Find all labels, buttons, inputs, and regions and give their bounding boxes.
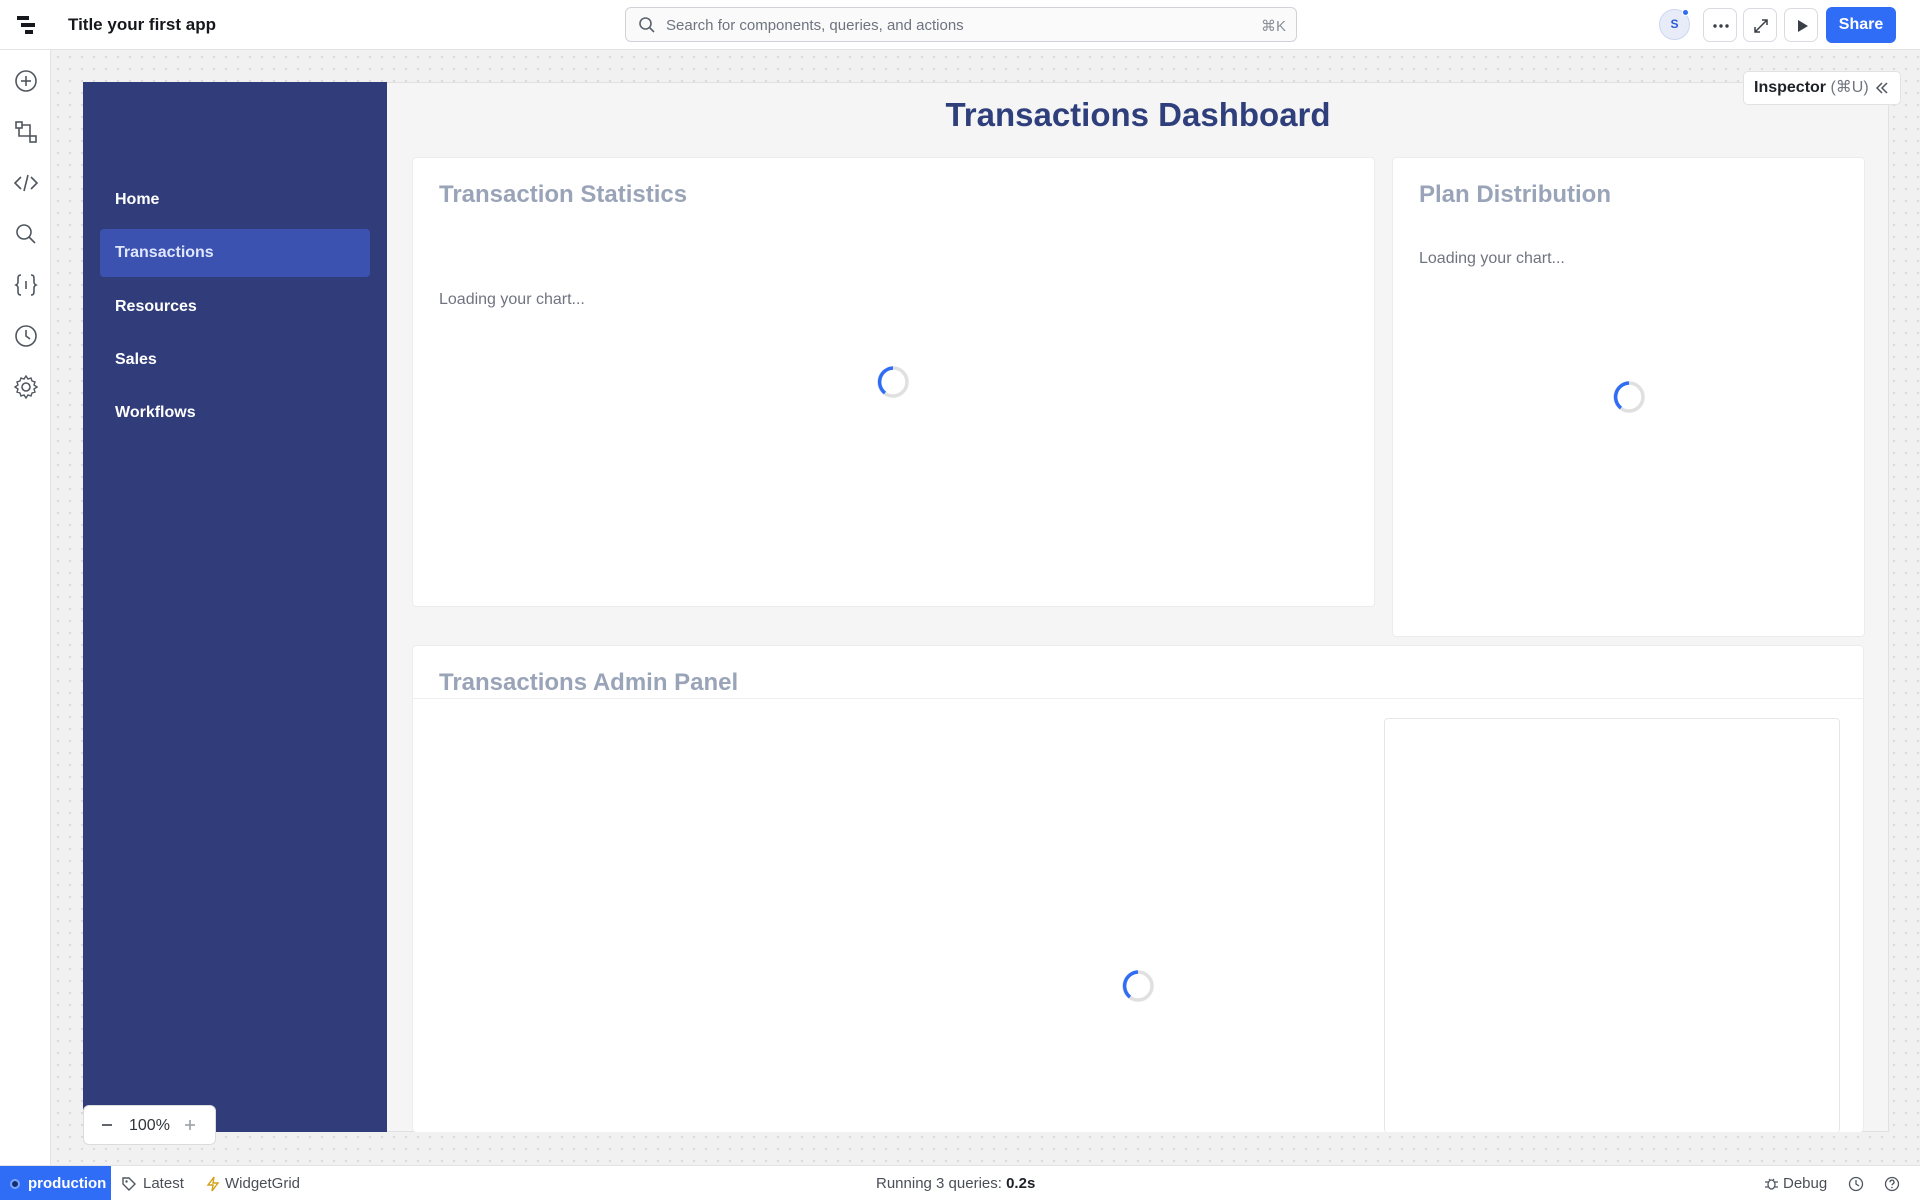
- card-divider: [413, 698, 1863, 699]
- preview-button[interactable]: [1784, 8, 1818, 42]
- loading-text: Loading your chart...: [1419, 250, 1565, 267]
- running-time: 0.2s: [1006, 1175, 1036, 1192]
- debug-label: Debug: [1783, 1175, 1828, 1192]
- dashboard-title: Transactions Dashboard: [945, 96, 1331, 133]
- search-placeholder: Search for components, queries, and acti…: [666, 17, 964, 34]
- share-button[interactable]: Share: [1826, 7, 1896, 43]
- loading-text: Loading your chart...: [439, 291, 585, 308]
- more-icon: [1713, 24, 1729, 28]
- nav-item-sales[interactable]: Sales: [100, 336, 370, 384]
- play-icon: [1798, 20, 1808, 32]
- add-icon[interactable]: [13, 68, 39, 94]
- top-bar: Title your first app Search for componen…: [0, 0, 1920, 50]
- card-title: Transactions Admin Panel: [439, 669, 739, 696]
- nav-item-resources[interactable]: Resources: [100, 283, 370, 331]
- debug-button[interactable]: Debug: [1764, 1166, 1827, 1200]
- environment-label: production: [28, 1175, 107, 1192]
- search-icon: [639, 17, 655, 33]
- tag-icon: [122, 1177, 136, 1191]
- code-icon[interactable]: [13, 170, 39, 196]
- running-label: Running 3 queries:: [876, 1175, 1002, 1192]
- query-status: Running 3 queries: 0.2s: [876, 1166, 1035, 1200]
- presence-dot: [1682, 9, 1689, 16]
- app-title[interactable]: Title your first app: [68, 15, 216, 35]
- card-title: Plan Distribution: [1419, 181, 1611, 208]
- lightning-icon: [206, 1176, 220, 1192]
- workflow-icon[interactable]: [13, 119, 39, 145]
- history-icon[interactable]: [1848, 1176, 1864, 1192]
- inspector-toggle[interactable]: Inspector (⌘U): [1743, 71, 1901, 105]
- fullscreen-button[interactable]: [1743, 8, 1777, 42]
- widget-indicator[interactable]: WidgetGrid: [206, 1166, 300, 1200]
- zoom-in-icon[interactable]: [183, 1118, 197, 1132]
- plan-distribution-card[interactable]: Plan Distribution Loading your chart...: [1392, 157, 1865, 637]
- history-icon[interactable]: [13, 323, 39, 349]
- widget-label: WidgetGrid: [225, 1175, 301, 1192]
- expand-icon: [1754, 19, 1768, 33]
- status-bar: production Latest WidgetGrid Running 3 q…: [0, 1165, 1920, 1200]
- global-search[interactable]: Search for components, queries, and acti…: [625, 7, 1297, 42]
- version-label: Latest: [143, 1175, 184, 1192]
- loading-spinner-icon: [877, 366, 909, 398]
- search-shortcut: ⌘K: [1260, 18, 1286, 35]
- inspector-shortcut: (⌘U): [1830, 79, 1869, 96]
- settings-icon[interactable]: [13, 374, 39, 400]
- app-sidenav: Home Transactions Resources Sales Workfl…: [83, 82, 387, 1132]
- nav-item-home[interactable]: Home: [100, 176, 370, 224]
- environment-dot: [10, 1179, 20, 1189]
- transactions-admin-panel-card[interactable]: Transactions Admin Panel: [412, 645, 1864, 1133]
- variables-icon[interactable]: [13, 272, 39, 298]
- environment-selector[interactable]: production: [0, 1166, 111, 1200]
- detail-panel[interactable]: [1384, 718, 1840, 1133]
- left-rail: [0, 50, 51, 1200]
- version-selector[interactable]: Latest: [121, 1166, 184, 1200]
- loading-spinner-icon: [1613, 381, 1645, 413]
- zoom-control: 100%: [83, 1105, 216, 1145]
- bug-icon: [1765, 1178, 1778, 1190]
- collapse-chevrons-icon: [1875, 82, 1888, 94]
- card-title: Transaction Statistics: [439, 181, 688, 208]
- nav-item-workflows[interactable]: Workflows: [100, 389, 370, 437]
- zoom-out-icon[interactable]: [100, 1118, 114, 1132]
- nav-item-transactions[interactable]: Transactions: [100, 229, 370, 277]
- transaction-statistics-card[interactable]: Transaction Statistics Loading your char…: [412, 157, 1375, 607]
- loading-spinner-icon: [1122, 970, 1154, 1002]
- search-icon[interactable]: [13, 221, 39, 247]
- retool-logo-icon[interactable]: [15, 13, 39, 37]
- more-button[interactable]: [1703, 8, 1737, 42]
- help-icon[interactable]: [1884, 1176, 1900, 1192]
- inspector-label: Inspector: [1754, 79, 1827, 96]
- zoom-level[interactable]: 100%: [129, 1117, 170, 1135]
